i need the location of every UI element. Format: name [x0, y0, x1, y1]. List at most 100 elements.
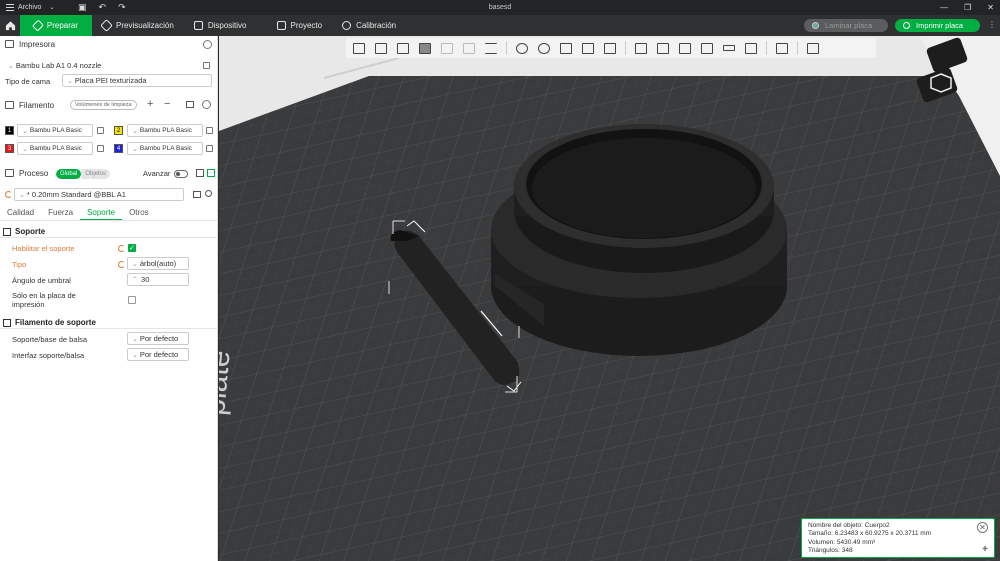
orient-button[interactable]	[393, 40, 413, 57]
only-on-plate-checkbox[interactable]	[128, 296, 136, 304]
tab-project[interactable]: Proyecto	[267, 15, 333, 36]
threshold-angle-label: Ángulo de umbral	[12, 276, 71, 285]
tab-calibration[interactable]: Calibración	[332, 15, 406, 36]
support-paint-button[interactable]	[631, 40, 651, 57]
rotate-button[interactable]	[534, 40, 554, 57]
edit-filament-3-icon[interactable]	[97, 145, 104, 152]
process-section-label: Proceso	[19, 168, 49, 178]
filament-slot-3-select[interactable]: ⌄ Bambu PLA Basic	[17, 142, 93, 155]
save-preset-icon[interactable]	[193, 191, 201, 198]
support-group-label: Soporte	[15, 227, 46, 236]
close-window-icon[interactable]: ✕	[987, 3, 994, 12]
support-type-select[interactable]: ⌄ árbol(auto)	[127, 257, 189, 270]
tab-strength[interactable]: Fuerza	[41, 208, 80, 220]
cut-button[interactable]	[600, 40, 620, 57]
process-scope-toggle[interactable]: Global Objetos	[56, 169, 111, 179]
edit-filament-1-icon[interactable]	[97, 127, 104, 134]
printer-settings-icon[interactable]	[203, 39, 212, 49]
lay-on-face-button[interactable]	[578, 40, 598, 57]
filament-slot-4-name: Bambu PLA Basic	[139, 145, 192, 152]
fit-view-button[interactable]	[772, 40, 792, 57]
edit-filament-4-icon[interactable]	[206, 145, 213, 152]
filament-slot-2-select[interactable]: ⌄ Bambu PLA Basic	[127, 124, 203, 137]
printer-select[interactable]: ⌄ Bambu Lab A1 0.4 nozzle	[4, 59, 200, 72]
search-icon[interactable]	[205, 190, 212, 197]
undo-icon[interactable]: ↶	[99, 2, 107, 13]
redo-icon[interactable]: ↷	[118, 2, 126, 13]
object-size-text: Tamaño: 6.23483 x 60.9275 x 20.3711 mm	[808, 530, 932, 538]
raft-interface-select[interactable]: ⌄ Por defecto	[127, 348, 189, 361]
move-button[interactable]	[512, 40, 532, 57]
reset-support-type-icon[interactable]	[118, 261, 125, 268]
filament-settings-icon[interactable]	[202, 100, 211, 109]
flush-volumes-button[interactable]: Volúmenes de limpieza	[70, 100, 137, 110]
printer-name: Bambu Lab A1 0.4 nozzle	[15, 61, 102, 70]
tab-preview[interactable]: Previsualización	[92, 15, 184, 36]
measure-button[interactable]	[719, 40, 739, 57]
tab-device[interactable]: Dispositivo	[184, 15, 257, 36]
remove-filament-icon[interactable]: −	[164, 98, 170, 110]
add-filament-icon[interactable]: +	[147, 98, 153, 110]
rotate-icon	[538, 42, 550, 54]
build-plate-scene[interactable]: plate	[219, 36, 1000, 561]
edit-filament-2-icon[interactable]	[206, 127, 213, 134]
file-menu[interactable]: Archivo ⌄	[0, 4, 62, 11]
scope-objects[interactable]: Objetos	[81, 169, 111, 179]
restore-icon[interactable]: ❐	[964, 3, 971, 12]
round-box-model[interactable]	[491, 124, 787, 356]
scope-global[interactable]: Global	[56, 169, 82, 179]
seam-paint-button[interactable]	[653, 40, 673, 57]
support-group-title: Soporte	[3, 227, 45, 236]
chevron-down-icon: ⌄	[22, 127, 28, 135]
tab-quality[interactable]: Calidad	[0, 208, 41, 220]
assembly-button[interactable]	[741, 40, 761, 57]
layers-button[interactable]	[481, 40, 501, 57]
home-button[interactable]	[0, 15, 20, 36]
chevron-down-icon: ⌄	[22, 145, 28, 153]
raft-base-select[interactable]: ⌄ Por defecto	[127, 332, 189, 345]
close-info-icon[interactable]: ✕	[977, 522, 988, 533]
enable-support-checkbox[interactable]: ✓	[128, 244, 136, 252]
tab-others[interactable]: Otros	[122, 208, 156, 220]
arrange-grid-button[interactable]	[371, 40, 391, 57]
print-icon	[903, 22, 910, 29]
filament-slot-1-select[interactable]: ⌄ Bambu PLA Basic	[17, 124, 93, 137]
reset-enable-support-icon[interactable]	[118, 245, 125, 252]
tab-support[interactable]: Soporte	[80, 208, 123, 220]
slice-plate-button[interactable]: Laminar placa	[804, 19, 888, 32]
compare-icon[interactable]	[196, 169, 204, 177]
add-model-button[interactable]	[349, 40, 369, 57]
process-preset-select[interactable]: ⌄ * 0.20mm Standard @BBL A1	[14, 188, 184, 201]
split-objects-button[interactable]	[437, 40, 457, 57]
object-volume-text: Volumen: 5430.49 mm³	[808, 538, 876, 546]
save-icon[interactable]: ▣	[78, 2, 87, 13]
support-paint-icon	[635, 42, 647, 54]
chevron-down-icon: ⌄	[132, 145, 138, 153]
edit-printer-icon[interactable]	[203, 62, 210, 69]
reset-process-icon[interactable]	[5, 191, 12, 198]
more-options-icon[interactable]: ⋮	[988, 20, 996, 29]
bed-type-select[interactable]: ⌄ Placa PEI texturizada	[62, 74, 212, 87]
cube-icon	[353, 42, 365, 54]
variable-layer-button[interactable]	[803, 40, 823, 57]
scale-button[interactable]	[556, 40, 576, 57]
3d-viewport[interactable]: plate	[219, 36, 1000, 561]
advanced-toggle[interactable]	[174, 170, 188, 178]
text-button[interactable]	[675, 40, 695, 57]
seam-paint-icon	[657, 42, 669, 54]
process-settings-icon[interactable]	[207, 169, 215, 177]
plate-view-button[interactable]	[415, 40, 435, 57]
fit-view-icon	[776, 42, 788, 54]
sync-filament-icon[interactable]	[186, 101, 194, 108]
threshold-angle-input[interactable]: ⌃ 30	[127, 273, 189, 286]
filament-slot-3-number: 3	[5, 144, 14, 153]
chevron-down-icon: ⌄	[132, 335, 138, 343]
pin-icon[interactable]: ✚	[982, 546, 988, 554]
filament-slot-4-select[interactable]: ⌄ Bambu PLA Basic	[127, 142, 203, 155]
split-parts-button[interactable]	[459, 40, 479, 57]
ruler-icon	[723, 45, 735, 51]
minimize-icon[interactable]: —	[940, 3, 948, 12]
tab-prepare[interactable]: Preparar	[20, 15, 92, 36]
color-paint-button[interactable]	[697, 40, 717, 57]
print-plate-button[interactable]: Imprimir placa	[895, 19, 980, 32]
